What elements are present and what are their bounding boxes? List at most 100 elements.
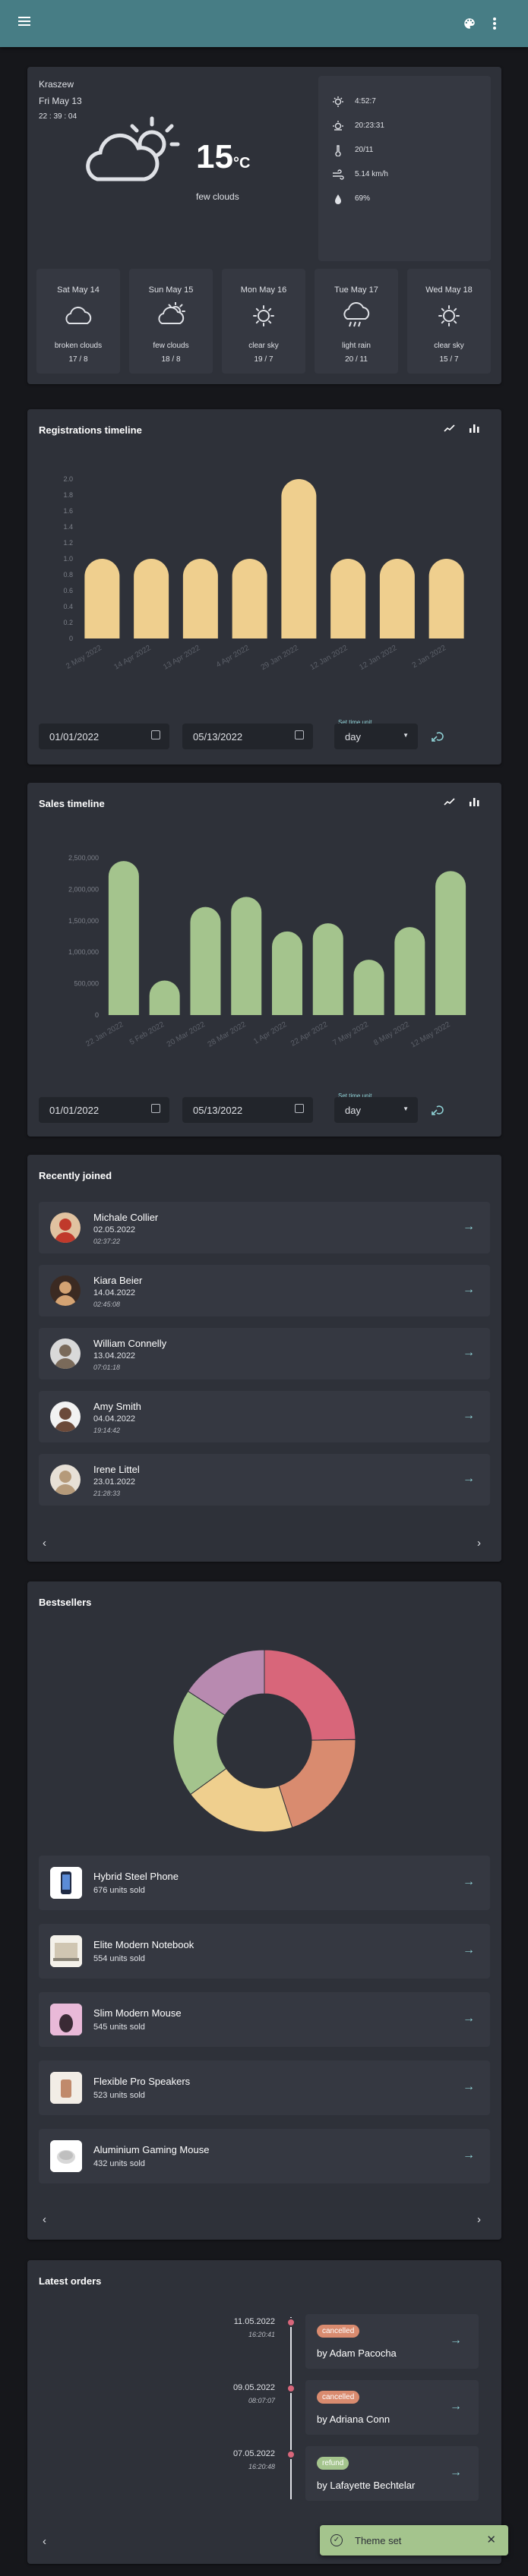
user-list-item[interactable]: Amy Smith 04.04.2022 19:14:42 →	[39, 1391, 490, 1442]
prev-page-icon[interactable]: ‹	[43, 1537, 46, 1550]
sun-icon	[434, 302, 464, 333]
date-from-input[interactable]: 01/01/2022	[39, 724, 169, 749]
y-tick-label: 1,000,000	[68, 948, 99, 956]
arrow-right-icon[interactable]: →	[450, 2334, 462, 2347]
calendar-icon[interactable]	[295, 1104, 304, 1113]
user-list-item[interactable]: William Connelly 13.04.2022 07:01:18 →	[39, 1328, 490, 1379]
order-customer: by Lafayette Bechtelar	[317, 2480, 416, 2491]
sales-title: Sales timeline	[39, 798, 105, 809]
forecast-description: few clouds	[153, 342, 189, 350]
order-date: 09.05.2022	[232, 2383, 275, 2392]
order-card[interactable]: cancelled by Adam Pacocha →	[305, 2314, 479, 2369]
top-app-bar	[0, 0, 528, 47]
bar-chart-toggle-icon[interactable]	[468, 422, 480, 438]
chart-bar	[394, 927, 425, 1015]
user-join-time: 02:37:22	[93, 1238, 121, 1245]
product-list-item[interactable]: Flexible Pro Speakers 523 units sold →	[39, 2060, 490, 2115]
product-list-item[interactable]: Hybrid Steel Phone 676 units sold →	[39, 1856, 490, 1910]
arrow-right-icon[interactable]: →	[463, 2149, 475, 2162]
recently-joined-title: Recently joined	[39, 1170, 112, 1181]
user-list-item[interactable]: Kiara Beier 14.04.2022 02:45:08 →	[39, 1265, 490, 1316]
product-list-item[interactable]: Aluminium Gaming Mouse 432 units sold →	[39, 2129, 490, 2183]
date-to-input[interactable]: 05/13/2022	[182, 1097, 313, 1123]
arrow-right-icon[interactable]: →	[450, 2400, 462, 2414]
user-join-date: 23.01.2022	[93, 1477, 136, 1487]
forecast-day-card: Sat May 14 broken clouds 17 / 8	[36, 269, 120, 374]
user-join-date: 14.04.2022	[93, 1288, 136, 1297]
forecast-day: Wed May 18	[425, 285, 473, 295]
chevron-down-icon: ▼	[403, 1105, 409, 1112]
wind-icon	[332, 169, 344, 184]
user-list-item[interactable]: Michale Collier 02.05.2022 02:37:22 →	[39, 1202, 490, 1253]
sun-cloud-icon	[156, 301, 186, 333]
forecast-day-card: Sun May 15 few clouds 18 / 8	[129, 269, 213, 374]
avatar	[50, 1338, 81, 1369]
rain-icon	[341, 301, 371, 333]
calendar-icon[interactable]	[151, 1104, 160, 1113]
calendar-icon[interactable]	[295, 730, 304, 739]
x-tick-label: 12 Jan 2022	[358, 644, 399, 672]
product-units-sold: 523 units sold	[93, 2091, 145, 2100]
product-name: Hybrid Steel Phone	[93, 1871, 179, 1882]
arrow-right-icon[interactable]: →	[463, 1220, 475, 1234]
calendar-icon[interactable]	[151, 730, 160, 739]
y-tick-label: 1,500,000	[68, 917, 99, 925]
user-join-date: 13.04.2022	[93, 1351, 136, 1361]
forecast-day: Sun May 15	[148, 285, 194, 295]
y-tick-label: 1.8	[63, 491, 73, 499]
chart-bar	[353, 960, 384, 1015]
weather-main-icon	[82, 112, 181, 192]
time-unit-select[interactable]: day ▼	[334, 1097, 418, 1123]
y-tick-label: 0.4	[63, 603, 73, 610]
more-vert-icon[interactable]	[492, 17, 497, 34]
prev-page-icon[interactable]: ‹	[43, 2213, 46, 2226]
weather-detail-row: 4:52:7	[332, 96, 476, 111]
arrow-right-icon[interactable]: →	[463, 2080, 475, 2094]
arrow-right-icon[interactable]: →	[450, 2466, 462, 2480]
user-name: Irene Littel	[93, 1464, 140, 1475]
chart-bar	[379, 559, 415, 638]
avatar	[50, 1465, 81, 1495]
chart-bar	[149, 980, 180, 1015]
date-to-input[interactable]: 05/13/2022	[182, 724, 313, 749]
product-name: Slim Modern Mouse	[93, 2007, 182, 2019]
bar-chart-toggle-icon[interactable]	[468, 796, 480, 812]
product-list-item[interactable]: Elite Modern Notebook 554 units sold →	[39, 1924, 490, 1979]
product-image	[50, 2140, 82, 2172]
date-from-input[interactable]: 01/01/2022	[39, 1097, 169, 1123]
arrow-right-icon[interactable]: →	[463, 1409, 475, 1423]
x-tick-label: 2 Jan 2022	[411, 644, 448, 670]
registrations-card: Registrations timeline 0 0.2 0.4 0.6 0.8 1.0 1…	[27, 409, 501, 765]
order-card[interactable]: cancelled by Adriana Conn →	[305, 2380, 479, 2435]
arrow-right-icon[interactable]: →	[463, 1346, 475, 1360]
line-chart-toggle-icon[interactable]	[444, 422, 456, 438]
product-list-item[interactable]: Slim Modern Mouse 545 units sold →	[39, 1992, 490, 2047]
order-time: 16:20:41	[248, 2331, 275, 2338]
zoom-reset-icon[interactable]	[430, 1103, 444, 1121]
forecast-description: clear sky	[248, 342, 279, 350]
arrow-right-icon[interactable]: →	[463, 1472, 475, 1486]
next-page-icon[interactable]: ›	[477, 2213, 481, 2226]
forecast-temps: 17 / 8	[68, 355, 88, 364]
order-card[interactable]: refund by Lafayette Bechtelar →	[305, 2446, 479, 2501]
arrow-right-icon[interactable]: →	[463, 2012, 475, 2026]
prev-page-icon[interactable]: ‹	[43, 2535, 46, 2548]
registrations-bar-chart: 0 0.2 0.4 0.6 0.8 1.0 1.2 1.4 1.6 1.8 2.0 2 May 202…	[63, 475, 464, 672]
user-join-time: 02:45:08	[93, 1301, 121, 1308]
arrow-right-icon[interactable]: →	[463, 1283, 475, 1297]
zoom-reset-icon[interactable]	[430, 730, 444, 747]
timeline-node	[286, 2384, 296, 2393]
close-icon[interactable]: ✕	[486, 2533, 496, 2546]
menu-icon[interactable]	[18, 16, 30, 27]
next-page-icon[interactable]: ›	[477, 1537, 481, 1550]
user-list-item[interactable]: Irene Littel 23.01.2022 21:28:33 →	[39, 1454, 490, 1506]
avatar	[50, 1402, 81, 1432]
arrow-right-icon[interactable]: →	[463, 1944, 475, 1957]
time-unit-select[interactable]: day ▼	[334, 724, 418, 749]
chart-bar	[435, 871, 466, 1015]
palette-icon[interactable]	[463, 17, 476, 34]
arrow-right-icon[interactable]: →	[463, 1875, 475, 1889]
line-chart-toggle-icon[interactable]	[444, 796, 456, 812]
recently-joined-card: Recently joined Michale Collier 02.05.202…	[27, 1155, 501, 1562]
weather-card: Kraszew Fri May 13 22 : 39 : 04 15°C few…	[27, 67, 501, 384]
